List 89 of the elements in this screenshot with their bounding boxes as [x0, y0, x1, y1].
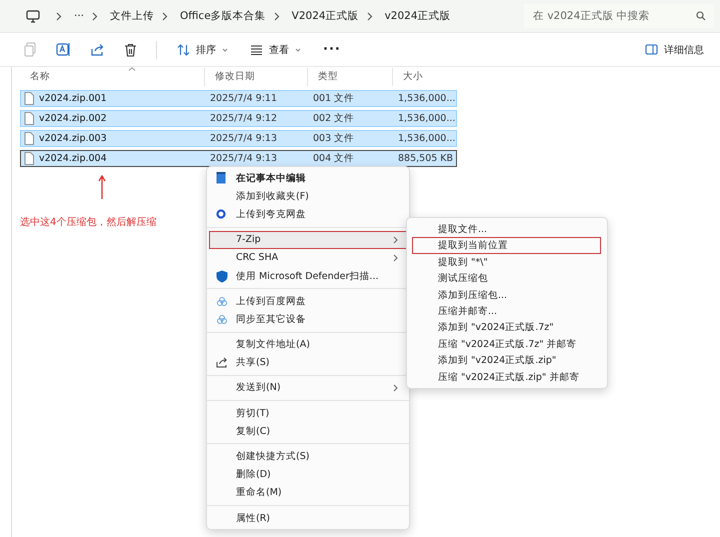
ring-icon: [216, 209, 226, 220]
file-row[interactable]: v2024.zip.003 2025/7/4 9:13 003 文件 1,536,000...: [20, 130, 457, 147]
type-cell-text: 001 文件: [312, 92, 356, 105]
search-field[interactable]: 在 v2024正式版 中搜索: [524, 4, 714, 28]
date-cell-text: 2025/7/4 9:12: [209, 113, 278, 124]
type-cell-text: 004 文件: [312, 152, 356, 165]
breadcrumb-item[interactable]: V2024正式版: [292, 9, 359, 23]
date-cell-text: 2025/7/4 9:11: [209, 93, 278, 104]
menu-item[interactable]: 添加到压缩包...: [412, 286, 601, 303]
breadcrumb-item[interactable]: Office多版本合集: [180, 9, 266, 23]
more-button[interactable]: ···: [317, 39, 347, 60]
menu-item[interactable]: 剪切(T): [209, 404, 407, 422]
chevron-icon: [56, 12, 62, 20]
cloud-icon: [216, 296, 228, 306]
size-cell-text: 1,536,000...: [397, 93, 456, 104]
column-header[interactable]: 类型: [308, 68, 393, 86]
menu-item[interactable]: 复制文件地址(A): [209, 336, 407, 354]
breadcrumb-overflow[interactable]: ···: [74, 10, 84, 22]
share-icon: [216, 357, 228, 368]
menu-item[interactable]: CRC SHA: [209, 248, 407, 267]
menu-item[interactable]: 使用 Microsoft Defender扫描...: [209, 266, 407, 286]
annotation-text: 选中这4个压缩包，然后解压缩: [20, 216, 156, 229]
menu-item[interactable]: 压缩并邮寄...: [412, 302, 601, 320]
file-icon: [24, 132, 34, 145]
menu-item[interactable]: 上传到百度网盘: [209, 292, 407, 310]
menu-item[interactable]: 添加到 "v2024正式版.zip": [412, 352, 601, 369]
menu-item[interactable]: 添加到 "v2024正式版.7z": [412, 319, 601, 336]
sort-button[interactable]: 排序: [171, 40, 234, 60]
column-header[interactable]: 修改日期: [205, 68, 308, 86]
panel-icon: [645, 44, 658, 55]
menu-item[interactable]: 重命名(M): [209, 484, 407, 502]
delete-icon[interactable]: [124, 42, 137, 56]
file-icon: [24, 152, 34, 165]
menu-item[interactable]: 提取到当前位置: [412, 237, 601, 254]
list-icon: [250, 44, 263, 54]
sort-icon: [177, 44, 190, 56]
chevron-icon: [92, 12, 98, 20]
menu-item[interactable]: 添加到收藏夹(F): [209, 187, 407, 206]
menu-item[interactable]: 属性(R): [209, 509, 407, 528]
file-row[interactable]: v2024.zip.004 2025/7/4 9:13 004 文件 885,505 KB: [20, 150, 457, 167]
column-header[interactable]: 大小: [393, 68, 448, 86]
chevron-icon: [274, 12, 280, 20]
breadcrumb-item[interactable]: v2024正式版: [384, 9, 451, 23]
menu-item[interactable]: 压缩 "v2024正式版.zip" 并邮寄: [412, 368, 601, 385]
menu-item[interactable]: 复制(C): [209, 422, 407, 440]
caret-icon: [295, 48, 301, 52]
menu-item[interactable]: 提取到 "*\": [412, 254, 601, 270]
rename-icon[interactable]: [56, 42, 71, 57]
size-cell-text: 1,536,000...: [397, 113, 456, 124]
menu-item[interactable]: 提取文件...: [412, 221, 601, 238]
file-name: v2024.zip.002: [39, 113, 107, 124]
computer-icon[interactable]: [26, 10, 40, 22]
cloud-icon: [216, 314, 228, 324]
column-header[interactable]: 名称: [20, 68, 205, 86]
file-icon: [24, 92, 34, 105]
file-row[interactable]: v2024.zip.002 2025/7/4 9:12 002 文件 1,536,000...: [20, 110, 457, 127]
menu-item[interactable]: 删除(D): [209, 466, 407, 484]
chevron-icon: [366, 12, 373, 20]
details-button[interactable]: 详细信息: [639, 40, 710, 60]
sort-caret-icon: [128, 67, 136, 71]
shield-icon: [216, 270, 228, 283]
menu-item[interactable]: 共享(S): [209, 354, 407, 372]
type-cell-text: 003 文件: [312, 132, 356, 145]
chevron-icon: [162, 12, 168, 20]
breadcrumb-item[interactable]: 文件上传: [110, 9, 154, 23]
menu-item[interactable]: 上传到夸克网盘: [209, 205, 407, 224]
share-icon[interactable]: [90, 42, 105, 56]
menu-item[interactable]: 测试压缩包: [412, 270, 601, 287]
file-icon: [24, 112, 34, 125]
menu-item[interactable]: 创建快捷方式(S): [209, 447, 407, 466]
date-cell-text: 2025/7/4 9:13: [209, 153, 278, 164]
notepad-icon: [216, 172, 226, 184]
menu-item[interactable]: 在记事本中编辑: [209, 169, 407, 188]
file-name: v2024.zip.004: [39, 153, 107, 164]
menu-item[interactable]: 7-Zip: [209, 230, 407, 249]
file-name: v2024.zip.001: [39, 93, 107, 104]
search-icon: [696, 11, 706, 21]
date-cell-text: 2025/7/4 9:13: [209, 133, 278, 144]
file-row[interactable]: v2024.zip.001 2025/7/4 9:11 001 文件 1,536,000...: [20, 90, 457, 107]
file-name: v2024.zip.003: [39, 133, 107, 144]
menu-item[interactable]: 压缩 "v2024正式版.7z" 并邮寄: [412, 336, 601, 352]
type-cell-text: 002 文件: [312, 112, 356, 125]
caret-icon: [222, 48, 228, 52]
size-cell-text: 1,536,000...: [397, 133, 456, 144]
menu-item[interactable]: 同步至其它设备: [209, 310, 407, 328]
size-cell-text: 885,505 KB: [397, 153, 454, 164]
menu-item[interactable]: 发送到(N): [209, 378, 407, 398]
view-button[interactable]: 查看: [244, 40, 307, 60]
arrow-icon: [98, 175, 106, 199]
